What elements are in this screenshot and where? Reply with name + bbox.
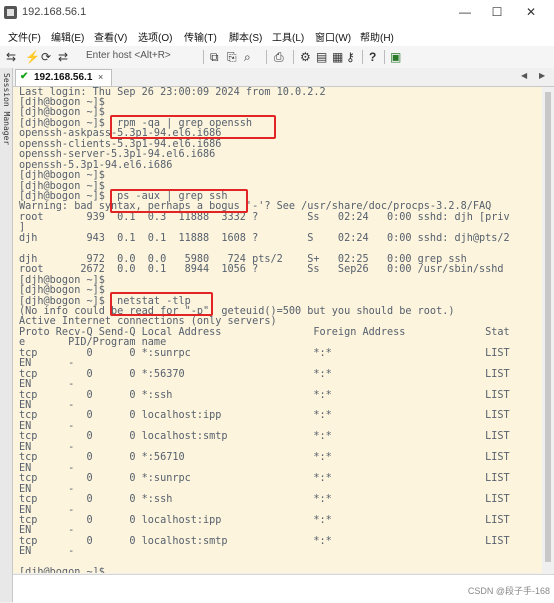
menu-help[interactable]: 帮助(H)	[360, 29, 394, 44]
terminal-line: tcp 0 0 *:sunrpc *:* LIST	[19, 347, 510, 359]
help-icon[interactable]: ?	[369, 49, 376, 65]
tab-scroll-right-icon[interactable]: ▶	[539, 71, 545, 80]
keymap-icon[interactable]: ▦	[332, 49, 343, 65]
toolbar-separator	[362, 50, 363, 64]
minimize-button[interactable]: —	[450, 3, 480, 21]
menu-file[interactable]: 文件(F)	[8, 29, 41, 44]
tab-bar: ✔ 192.168.56.1 × ◀ ▶	[13, 68, 554, 87]
toolbar-separator	[266, 50, 267, 64]
connect-icon[interactable]: ⇆	[6, 49, 16, 65]
paste-icon[interactable]: ⎘	[227, 49, 237, 65]
menu-window[interactable]: 窗口(W)	[315, 29, 351, 44]
status-bar: CSDN @段子手-168	[13, 574, 554, 603]
host-input[interactable]: Enter host <Alt+R>	[86, 50, 171, 61]
terminal-line: root 939 0.1 0.3 11888 3332 ? Ss 02:24 0…	[19, 211, 510, 223]
menu-tools[interactable]: 工具(L)	[272, 29, 304, 44]
terminal-line: tcp 0 0 *:56710 *:* LIST	[19, 452, 510, 464]
scrollbar-thumb[interactable]	[545, 92, 551, 562]
menu-view[interactable]: 查看(V)	[94, 29, 127, 44]
global-options-icon[interactable]: ▤	[316, 49, 327, 65]
terminal-line: tcp 0 0 localhost:ipp *:* LIST	[19, 410, 510, 422]
title-bar: 192.168.56.1 — ☐ ✕	[0, 0, 554, 26]
toolbar-separator	[384, 50, 385, 64]
menu-options[interactable]: 选项(O)	[138, 29, 172, 44]
reconnect-icon[interactable]: ⟳	[41, 49, 51, 65]
tab-scroll-left-icon[interactable]: ◀	[521, 71, 527, 80]
toolbar: ⇆ ⚡ ⟳ ⇄ Enter host <Alt+R> ⧉ ⎘ ⌕ ⎙ ⚙ ▤ ▦…	[0, 46, 554, 69]
terminal-line: tcp 0 0 *:sunrpc *:* LIST	[19, 473, 510, 485]
close-button[interactable]: ✕	[516, 3, 546, 21]
menu-transfer[interactable]: 传输(T)	[184, 29, 217, 44]
terminal-output[interactable]: Last login: Thu Sep 26 23:00:09 2024 fro…	[13, 87, 542, 573]
session-icon[interactable]: ▣	[390, 49, 401, 65]
copy-icon[interactable]: ⧉	[210, 49, 219, 65]
toolbar-separator	[203, 50, 204, 64]
highlight-box	[110, 189, 248, 213]
disconnect-icon[interactable]: ⇄	[58, 49, 68, 65]
app-icon	[4, 6, 17, 19]
terminal-line: tcp 0 0 localhost:ipp *:* LIST	[19, 514, 510, 526]
tab-session[interactable]: ✔ 192.168.56.1 ×	[15, 69, 112, 86]
highlight-box	[110, 292, 213, 316]
session-manager-sidebar[interactable]: Session Manager	[0, 68, 13, 602]
session-manager-label: Session Manager	[2, 73, 11, 146]
terminal-line: tcp 0 0 localhost:smtp *:* LIST	[19, 431, 510, 443]
toolbar-separator	[293, 50, 294, 64]
terminal-line: tcp 0 0 *:ssh *:* LIST	[19, 389, 510, 401]
menu-bar: 文件(F) 编辑(E) 查看(V) 选项(O) 传输(T) 脚本(S) 工具(L…	[0, 26, 554, 46]
connected-check-icon: ✔	[20, 71, 29, 82]
window-title: 192.168.56.1	[22, 6, 87, 18]
print-icon[interactable]: ⎙	[274, 49, 284, 65]
settings-icon[interactable]: ⚙	[300, 49, 311, 65]
terminal-line: djh 943 0.1 0.1 11888 1608 ? S 02:24 0:0…	[19, 232, 510, 244]
terminal-line: EN -	[19, 546, 75, 558]
find-icon[interactable]: ⌕	[244, 49, 251, 65]
terminal-line: tcp 0 0 *:ssh *:* LIST	[19, 494, 510, 506]
sftp-icon[interactable]: ⚷	[346, 49, 355, 65]
watermark: CSDN @段子手-168	[467, 586, 550, 596]
tab-close-icon[interactable]: ×	[98, 72, 103, 82]
menu-edit[interactable]: 编辑(E)	[51, 29, 84, 44]
highlight-box	[110, 115, 276, 139]
tab-label: 192.168.56.1	[34, 72, 93, 83]
quick-connect-icon[interactable]: ⚡	[25, 49, 40, 65]
terminal-line: [djh@bogon ~]$	[19, 567, 105, 573]
terminal-line: tcp 0 0 localhost:smtp *:* LIST	[19, 535, 510, 547]
menu-script[interactable]: 脚本(S)	[229, 29, 262, 44]
terminal-line: tcp 0 0 *:56370 *:* LIST	[19, 368, 510, 380]
maximize-button[interactable]: ☐	[482, 3, 512, 21]
terminal-scrollbar[interactable]	[542, 87, 554, 573]
